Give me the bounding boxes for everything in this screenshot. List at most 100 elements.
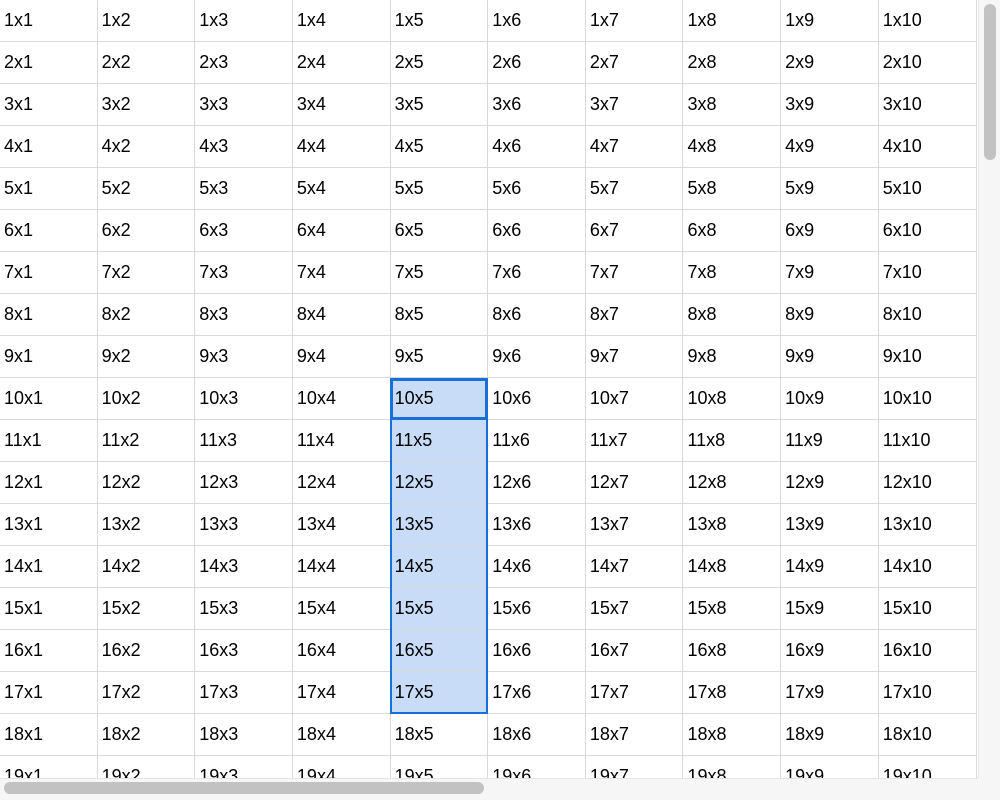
cell[interactable]: 13x10: [877, 503, 978, 546]
cell[interactable]: 15x6: [487, 587, 586, 630]
cell[interactable]: 1x9: [780, 0, 879, 42]
cell[interactable]: 2x4: [291, 41, 391, 84]
cell[interactable]: 18x9: [780, 713, 879, 756]
cell[interactable]: 16x4: [291, 629, 391, 672]
cell[interactable]: 14x9: [780, 545, 879, 588]
cell[interactable]: 14x7: [584, 545, 684, 588]
cell[interactable]: 10x9: [780, 377, 879, 420]
cell[interactable]: 7x9: [780, 251, 879, 294]
cell[interactable]: 5x1: [0, 167, 98, 210]
cell[interactable]: 15x1: [0, 587, 98, 630]
cell[interactable]: 11x4: [291, 419, 391, 462]
cell[interactable]: 13x1: [0, 503, 98, 546]
cell[interactable]: 5x2: [96, 167, 196, 210]
cell[interactable]: 1x6: [487, 0, 586, 42]
cell[interactable]: 12x9: [780, 461, 879, 504]
cell[interactable]: 16x6: [487, 629, 586, 672]
cell[interactable]: 7x10: [877, 251, 978, 294]
cell[interactable]: 13x5: [389, 503, 489, 546]
cell[interactable]: 13x6: [487, 503, 586, 546]
cell[interactable]: 11x8: [682, 419, 782, 462]
cell[interactable]: 12x4: [291, 461, 391, 504]
cell[interactable]: 18x5: [389, 713, 489, 756]
cell[interactable]: 18x6: [487, 713, 586, 756]
cell[interactable]: 2x1: [0, 41, 98, 84]
cell[interactable]: 1x2: [96, 0, 196, 42]
cell[interactable]: 10x1: [0, 377, 98, 420]
cell[interactable]: 1x8: [682, 0, 782, 42]
cell[interactable]: 3x2: [96, 83, 196, 126]
cell[interactable]: 11x10: [877, 419, 978, 462]
cell[interactable]: 16x2: [96, 629, 196, 672]
cell[interactable]: 2x7: [584, 41, 684, 84]
cell[interactable]: 16x3: [194, 629, 293, 672]
cell[interactable]: 3x5: [389, 83, 489, 126]
cell[interactable]: 7x5: [389, 251, 489, 294]
cell[interactable]: 6x3: [194, 209, 293, 252]
cell[interactable]: 18x4: [291, 713, 391, 756]
cell[interactable]: 9x1: [0, 335, 98, 378]
cell[interactable]: 12x6: [487, 461, 586, 504]
cell[interactable]: 19x1: [0, 755, 98, 778]
cell[interactable]: 17x1: [0, 671, 98, 714]
cell[interactable]: 12x10: [877, 461, 978, 504]
cell[interactable]: 8x9: [780, 293, 879, 336]
cell[interactable]: 12x1: [0, 461, 98, 504]
cell[interactable]: 15x10: [877, 587, 978, 630]
cell[interactable]: 7x3: [194, 251, 293, 294]
cell[interactable]: 17x10: [877, 671, 978, 714]
cell[interactable]: 7x8: [682, 251, 782, 294]
cell[interactable]: 10x8: [682, 377, 782, 420]
cell[interactable]: 19x2: [96, 755, 196, 778]
cell[interactable]: 8x3: [194, 293, 293, 336]
cell[interactable]: 14x3: [194, 545, 293, 588]
cell[interactable]: 4x4: [291, 125, 391, 168]
cell[interactable]: 1x10: [877, 0, 978, 42]
cell[interactable]: 2x8: [682, 41, 782, 84]
cell[interactable]: 15x4: [291, 587, 391, 630]
cell[interactable]: 3x9: [780, 83, 879, 126]
cell[interactable]: 16x9: [780, 629, 879, 672]
cell[interactable]: 18x7: [584, 713, 684, 756]
cell[interactable]: 14x5: [389, 545, 489, 588]
cell[interactable]: 18x10: [877, 713, 978, 756]
cell[interactable]: 10x10: [877, 377, 978, 420]
cell[interactable]: 17x3: [194, 671, 293, 714]
cell[interactable]: 14x8: [682, 545, 782, 588]
cell[interactable]: 2x6: [487, 41, 586, 84]
cell[interactable]: 5x6: [487, 167, 586, 210]
cell[interactable]: 7x2: [96, 251, 196, 294]
cell[interactable]: 5x8: [682, 167, 782, 210]
cell[interactable]: 2x9: [780, 41, 879, 84]
cell[interactable]: 14x6: [487, 545, 586, 588]
cell[interactable]: 19x9: [780, 755, 879, 778]
cell[interactable]: 17x7: [584, 671, 684, 714]
vertical-scrollbar-thumb[interactable]: [984, 4, 996, 160]
cell[interactable]: 11x6: [487, 419, 586, 462]
cell[interactable]: 7x6: [487, 251, 586, 294]
cell[interactable]: 12x5: [389, 461, 489, 504]
cell[interactable]: 15x9: [780, 587, 879, 630]
cell[interactable]: 4x2: [96, 125, 196, 168]
cell[interactable]: 18x1: [0, 713, 98, 756]
cell[interactable]: 1x5: [389, 0, 489, 42]
cell[interactable]: 19x5: [389, 755, 489, 778]
cell[interactable]: 8x4: [291, 293, 391, 336]
cell[interactable]: 15x3: [194, 587, 293, 630]
cell[interactable]: 13x8: [682, 503, 782, 546]
cell[interactable]: 17x6: [487, 671, 586, 714]
horizontal-scrollbar-thumb[interactable]: [4, 782, 484, 794]
cell[interactable]: 11x5: [389, 419, 489, 462]
cell[interactable]: 12x8: [682, 461, 782, 504]
cell[interactable]: 11x1: [0, 419, 98, 462]
cell[interactable]: 13x2: [96, 503, 196, 546]
cell[interactable]: 2x5: [389, 41, 489, 84]
cell[interactable]: 6x4: [291, 209, 391, 252]
cell[interactable]: 4x6: [487, 125, 586, 168]
cell[interactable]: 6x1: [0, 209, 98, 252]
cell[interactable]: 15x7: [584, 587, 684, 630]
cell[interactable]: 8x2: [96, 293, 196, 336]
cell[interactable]: 5x4: [291, 167, 391, 210]
cell[interactable]: 5x10: [877, 167, 978, 210]
cell[interactable]: 2x2: [96, 41, 196, 84]
